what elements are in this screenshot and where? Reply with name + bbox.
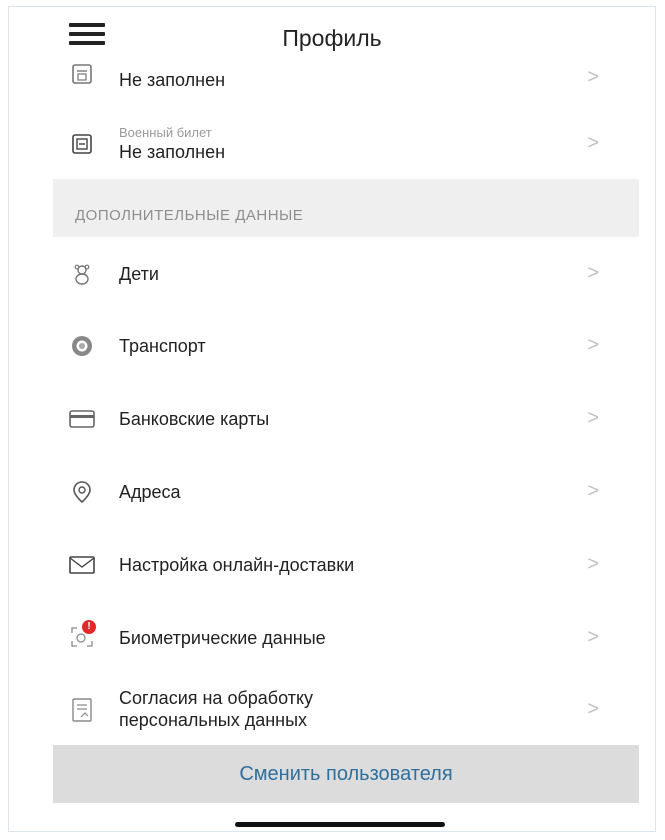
military-id-title: Военный билет	[119, 125, 212, 140]
bank-cards-label: Банковские карты	[119, 409, 270, 429]
chevron-right-icon: >	[587, 262, 599, 284]
list-item-transport[interactable]: Транспорт >	[53, 309, 633, 383]
switch-user-label: Сменить пользователя	[239, 763, 453, 785]
card-icon	[69, 406, 95, 432]
notification-badge: !	[82, 620, 96, 634]
military-id-icon	[69, 131, 95, 157]
transport-label: Транспорт	[119, 336, 206, 356]
chevron-right-icon: >	[587, 66, 599, 88]
chevron-right-icon: >	[587, 132, 599, 154]
list-item-consent[interactable]: Согласия на обработку персональных данны…	[53, 673, 633, 745]
children-label: Дети	[119, 264, 159, 284]
addresses-label: Адреса	[119, 482, 181, 502]
child-icon	[69, 261, 95, 287]
consent-label: Согласия на обработку персональных данны…	[119, 688, 314, 730]
switch-user-button[interactable]: Сменить пользователя	[53, 745, 639, 803]
section-title: ДОПОЛНИТЕЛЬНЫЕ ДАННЫЕ	[75, 207, 304, 224]
document-icon	[69, 61, 95, 87]
list-item-biometrics[interactable]: ! Биометрические данные >	[53, 600, 633, 674]
chevron-right-icon: >	[587, 626, 599, 648]
chevron-right-icon: >	[587, 480, 599, 502]
home-indicator[interactable]	[235, 822, 445, 827]
phone-screen: Не заполнен > Профиль Военный билет Не з…	[8, 6, 656, 832]
page-title: Профиль	[282, 25, 382, 51]
military-id-status: Не заполнен	[119, 142, 226, 162]
list-item-military-id[interactable]: Военный билет Не заполнен >	[53, 105, 633, 180]
chevron-right-icon: >	[587, 407, 599, 429]
chevron-right-icon: >	[587, 334, 599, 356]
chevron-right-icon: >	[587, 698, 599, 720]
chevron-right-icon: >	[587, 553, 599, 575]
online-delivery-label: Настройка онлайн-доставки	[119, 555, 355, 575]
location-icon	[69, 479, 95, 505]
consent-doc-icon	[69, 697, 95, 723]
list-item-addresses[interactable]: Адреса >	[53, 455, 633, 529]
list-item-bank-cards[interactable]: Банковские карты >	[53, 382, 633, 456]
biometric-icon: !	[69, 620, 96, 650]
list-item-online-delivery[interactable]: Настройка онлайн-доставки >	[53, 528, 633, 601]
section-header: ДОПОЛНИТЕЛЬНЫЕ ДАННЫЕ	[53, 179, 639, 237]
document-status: Не заполнен	[119, 70, 226, 90]
wheel-icon	[69, 333, 95, 359]
app-header: Профиль	[9, 7, 655, 59]
biometrics-label: Биометрические данные	[119, 628, 326, 648]
envelope-icon	[69, 552, 95, 578]
list-item-children[interactable]: Дети >	[53, 237, 633, 310]
